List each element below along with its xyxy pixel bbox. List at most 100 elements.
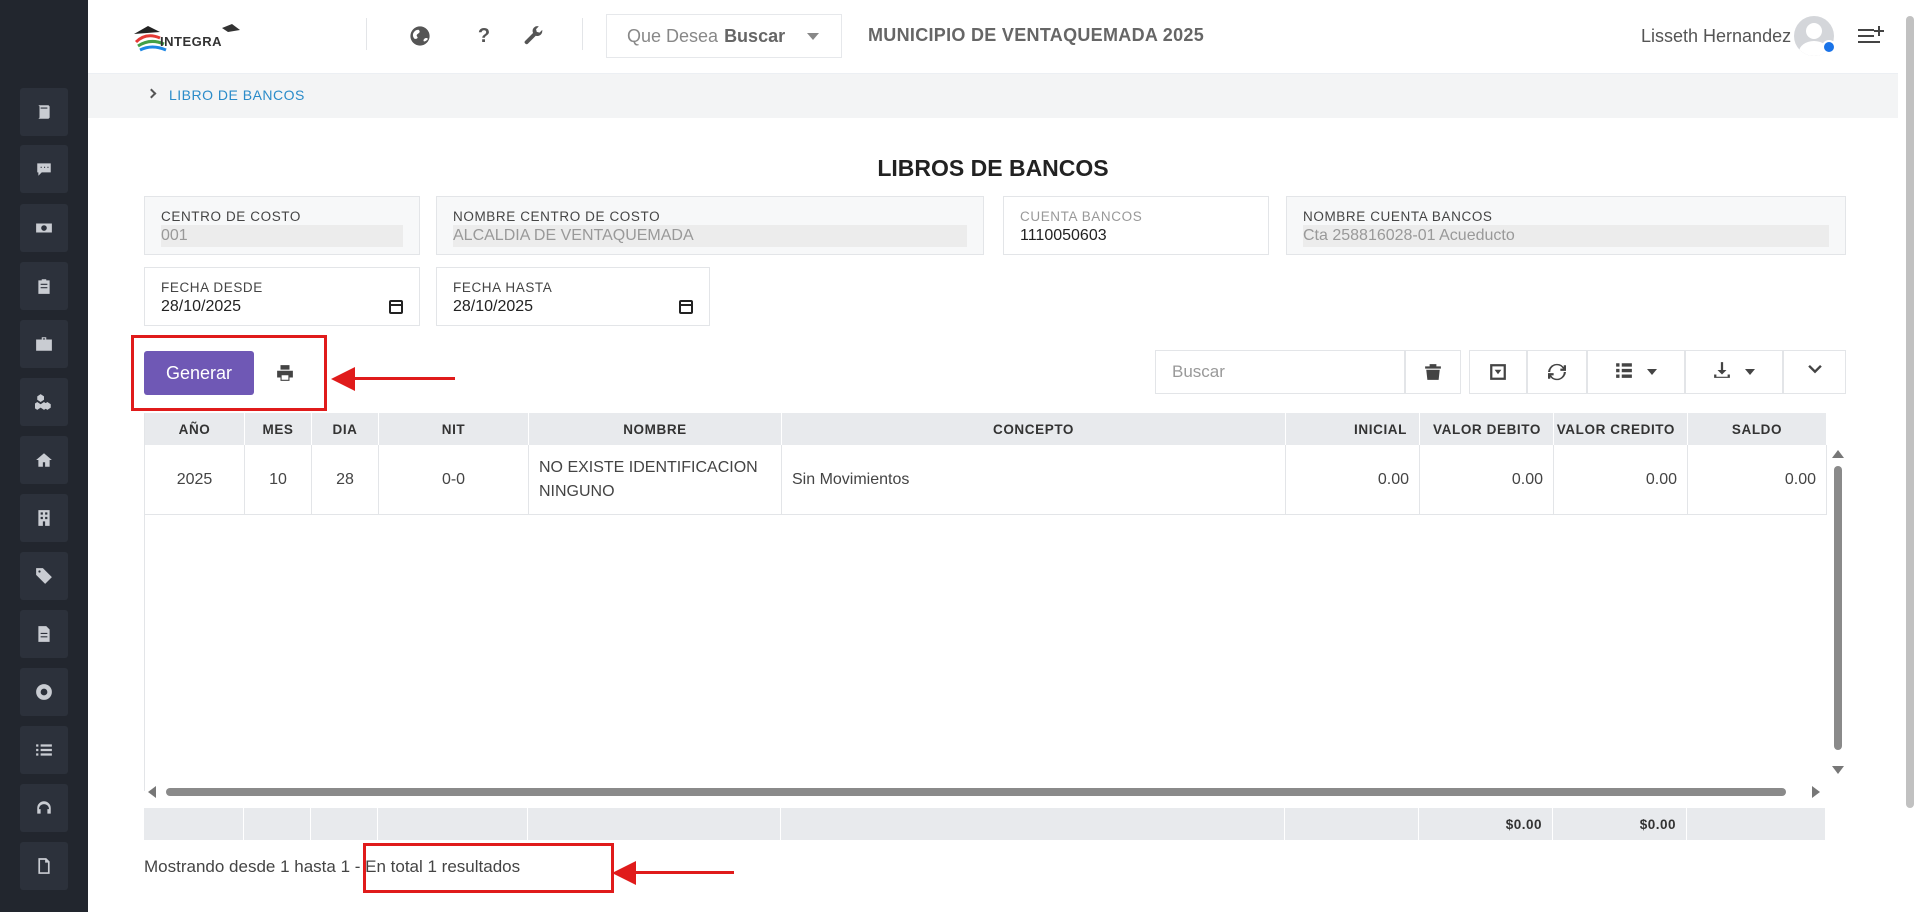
- table-cell: 0.00: [1286, 445, 1420, 515]
- global-search-dropdown[interactable]: Que Desea Buscar: [606, 14, 842, 58]
- scroll-up-icon[interactable]: [1832, 450, 1844, 458]
- column-header[interactable]: NOMBRE: [529, 413, 782, 445]
- integra-logo[interactable]: INTEGRA: [130, 20, 245, 56]
- headset-icon[interactable]: [20, 784, 68, 832]
- cubes-icon[interactable]: [20, 378, 68, 426]
- nombre-centro-costo-value: ALCALDIA DE VENTAQUEMADA: [453, 225, 967, 247]
- centro-costo-value: 001: [161, 225, 403, 247]
- nombre-cuenta-bancos-label: NOMBRE CUENTA BANCOS: [1303, 209, 1493, 224]
- cuenta-bancos-label: CUENTA BANCOS: [1020, 209, 1143, 224]
- logo-text: INTEGRA: [160, 34, 222, 49]
- breadcrumb-item[interactable]: LIBRO DE BANCOS: [169, 87, 305, 103]
- online-status-dot: [1822, 40, 1836, 54]
- footer-cell: [244, 808, 311, 840]
- footer-cell: [1285, 808, 1419, 840]
- footer-cell: [528, 808, 781, 840]
- list-icon[interactable]: [20, 726, 68, 774]
- money-icon[interactable]: [20, 204, 68, 252]
- avatar-head: [1806, 23, 1822, 39]
- page-title: LIBROS DE BANCOS: [877, 155, 1109, 181]
- footer-cell: [144, 808, 244, 840]
- tags-icon[interactable]: [20, 552, 68, 600]
- table-vertical-scrollbar[interactable]: [1832, 446, 1844, 782]
- fecha-hasta-label: FECHA HASTA: [453, 280, 553, 295]
- calendar-icon[interactable]: [679, 300, 693, 314]
- clipboard-icon[interactable]: [20, 262, 68, 310]
- nombre-cuenta-bancos-value: Cta 258816028-01 Acueducto: [1303, 225, 1829, 247]
- scroll-right-icon[interactable]: [1812, 786, 1820, 798]
- search-placeholder-bold: Buscar: [724, 25, 786, 46]
- help-icon[interactable]: ?: [472, 24, 496, 48]
- briefcase-icon[interactable]: [20, 320, 68, 368]
- column-header[interactable]: DIA: [312, 413, 379, 445]
- table-search-input[interactable]: Buscar: [1155, 350, 1405, 394]
- fecha-hasta-value: 28/10/2025: [453, 298, 534, 315]
- column-header[interactable]: INICIAL: [1286, 413, 1420, 445]
- municipality-title: MUNICIPIO DE VENTAQUEMADA 2025: [868, 25, 1205, 45]
- collapse-button[interactable]: [1783, 350, 1846, 394]
- scroll-thumb[interactable]: [1834, 466, 1842, 750]
- nombre-centro-costo-field[interactable]: NOMBRE CENTRO DE COSTO ALCALDIA DE VENTA…: [436, 196, 984, 255]
- column-header[interactable]: CONCEPTO: [782, 413, 1286, 445]
- table-cell: 2025: [145, 445, 245, 515]
- scroll-left-icon[interactable]: [148, 786, 156, 798]
- centro-costo-label: CENTRO DE COSTO: [161, 209, 302, 224]
- chevron-down-icon: [1745, 369, 1755, 375]
- toggle-filter-icon[interactable]: [1469, 350, 1527, 394]
- annotation-box-results: [363, 843, 614, 893]
- cuenta-bancos-value: 1110050603: [1020, 227, 1107, 244]
- trash-icon[interactable]: [1405, 350, 1461, 394]
- globe-icon[interactable]: [408, 24, 432, 48]
- columns-dropdown[interactable]: [1587, 350, 1685, 394]
- chevron-down-icon: [807, 33, 819, 40]
- calendar-icon[interactable]: [389, 300, 403, 314]
- export-dropdown[interactable]: [1685, 350, 1783, 394]
- column-header[interactable]: VALOR DEBITO: [1420, 413, 1554, 445]
- nombre-cuenta-bancos-field[interactable]: NOMBRE CUENTA BANCOS Cta 258816028-01 Ac…: [1286, 196, 1846, 255]
- pdf-icon[interactable]: [20, 842, 68, 890]
- home-icon[interactable]: [20, 436, 68, 484]
- column-header[interactable]: NIT: [379, 413, 529, 445]
- fecha-hasta-input[interactable]: 28/10/2025: [453, 296, 693, 318]
- footer-cell: [311, 808, 378, 840]
- centro-costo-field[interactable]: CENTRO DE COSTO 001: [144, 196, 420, 255]
- data-table: AÑO MES DIA NIT NOMBRE CONCEPTO INICIAL …: [144, 413, 1827, 791]
- column-header[interactable]: AÑO: [145, 413, 245, 445]
- table-cell: 0.00: [1420, 445, 1554, 515]
- book-icon[interactable]: [20, 88, 68, 136]
- page-scrollbar[interactable]: [1904, 0, 1916, 912]
- scroll-thumb[interactable]: [166, 788, 1786, 796]
- cuenta-bancos-field[interactable]: CUENTA BANCOS 1110050603: [1003, 196, 1269, 255]
- table-header: AÑO MES DIA NIT NOMBRE CONCEPTO INICIAL …: [145, 413, 1827, 445]
- total-debito: $0.00: [1419, 808, 1553, 840]
- scroll-down-icon[interactable]: [1832, 766, 1844, 774]
- nombre-centro-costo-label: NOMBRE CENTRO DE COSTO: [453, 209, 661, 224]
- table-row[interactable]: 2025 10 28 0-0 NO EXISTE IDENTIFICACION …: [145, 445, 1827, 515]
- user-name[interactable]: Lisseth Hernandez: [1641, 26, 1791, 47]
- column-header[interactable]: SALDO: [1688, 413, 1827, 445]
- list-icon: [1615, 361, 1633, 384]
- fecha-desde-label: FECHA DESDE: [161, 280, 263, 295]
- menu-add-icon[interactable]: [1858, 24, 1884, 48]
- table-footer: $0.00 $0.00: [144, 808, 1826, 840]
- column-header[interactable]: VALOR CREDITO: [1554, 413, 1688, 445]
- comment-icon[interactable]: [20, 145, 68, 193]
- footer-cell: [781, 808, 1285, 840]
- divider: [582, 18, 583, 50]
- wrench-icon[interactable]: [522, 24, 546, 48]
- file-icon[interactable]: [20, 610, 68, 658]
- table-horizontal-scrollbar[interactable]: [148, 785, 1820, 799]
- footer-cell: [1687, 808, 1826, 840]
- top-bar: INTEGRA ? Que Desea Buscar MUNICIPIO DE …: [88, 0, 1898, 74]
- fecha-desde-input[interactable]: 28/10/2025: [161, 296, 403, 318]
- annotation-arrow-head: [612, 861, 636, 885]
- search-placeholder-prefix: Que Desea: [627, 25, 719, 46]
- fecha-desde-field[interactable]: FECHA DESDE 28/10/2025: [144, 267, 420, 326]
- column-header[interactable]: MES: [245, 413, 312, 445]
- scroll-thumb[interactable]: [1906, 16, 1914, 808]
- lifering-icon[interactable]: [20, 668, 68, 716]
- refresh-icon[interactable]: [1527, 350, 1587, 394]
- building-icon[interactable]: [20, 494, 68, 542]
- fecha-hasta-field[interactable]: FECHA HASTA 28/10/2025: [436, 267, 710, 326]
- table-cell: 0-0: [379, 445, 529, 515]
